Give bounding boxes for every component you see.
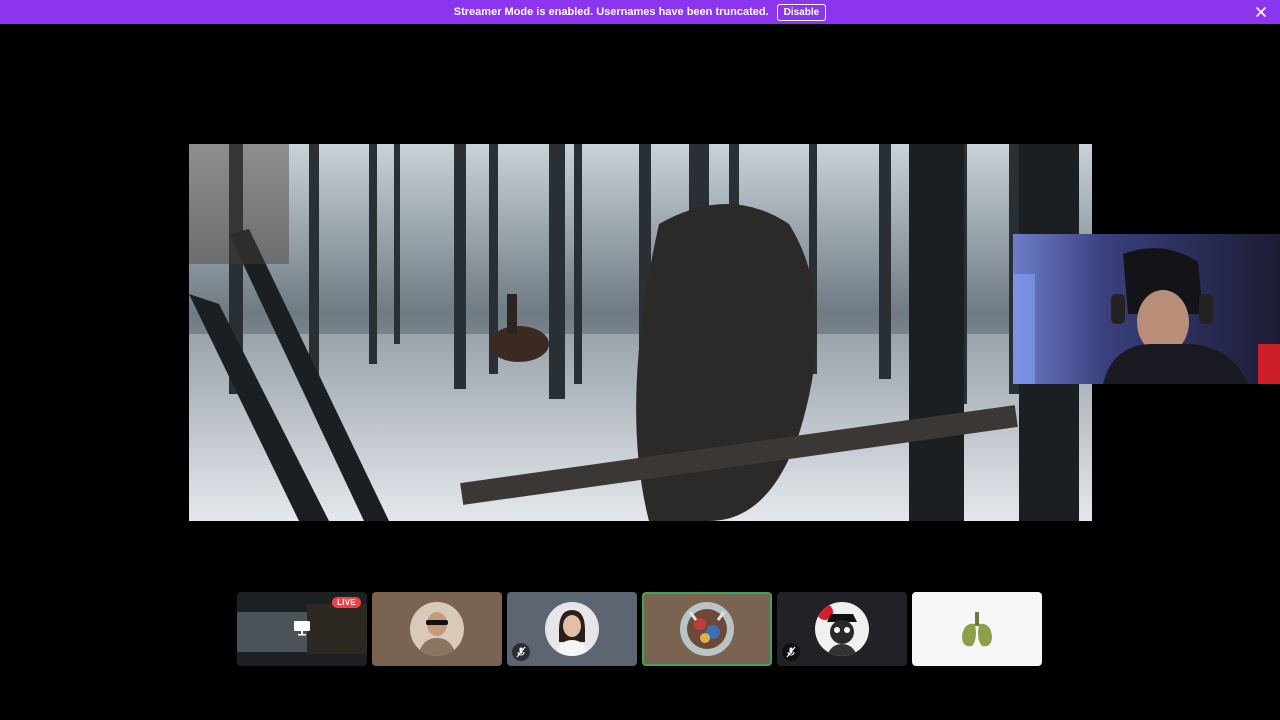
avatar bbox=[815, 602, 869, 656]
mic-muted-icon bbox=[782, 643, 800, 661]
webcam-feed-image bbox=[1013, 234, 1280, 384]
stream-scene-image bbox=[189, 144, 1092, 521]
avatar bbox=[950, 602, 1004, 656]
participant-tile[interactable] bbox=[912, 592, 1042, 666]
participant-tile[interactable] bbox=[777, 592, 907, 666]
live-badge: LIVE bbox=[332, 597, 361, 608]
participant-tile[interactable] bbox=[372, 592, 502, 666]
avatar bbox=[410, 602, 464, 656]
avatar bbox=[680, 602, 734, 656]
mic-muted-icon bbox=[512, 643, 530, 661]
monitor-icon bbox=[294, 621, 310, 636]
main-stream-video[interactable] bbox=[189, 144, 1092, 521]
avatar bbox=[545, 602, 599, 656]
webcam-overlay[interactable] bbox=[1013, 234, 1280, 384]
streamer-mode-notice: Streamer Mode is enabled. Usernames have… bbox=[0, 0, 1280, 24]
streamer-mode-message: Streamer Mode is enabled. Usernames have… bbox=[453, 6, 769, 18]
participant-tile[interactable] bbox=[507, 592, 637, 666]
participant-tile-screen-share[interactable]: LIVE bbox=[237, 592, 367, 666]
participant-tiles: LIVE bbox=[237, 592, 1042, 666]
close-icon[interactable] bbox=[1254, 5, 1268, 19]
disable-streamer-mode-button[interactable]: Disable bbox=[776, 3, 827, 21]
participant-tile-speaking[interactable] bbox=[642, 592, 772, 666]
